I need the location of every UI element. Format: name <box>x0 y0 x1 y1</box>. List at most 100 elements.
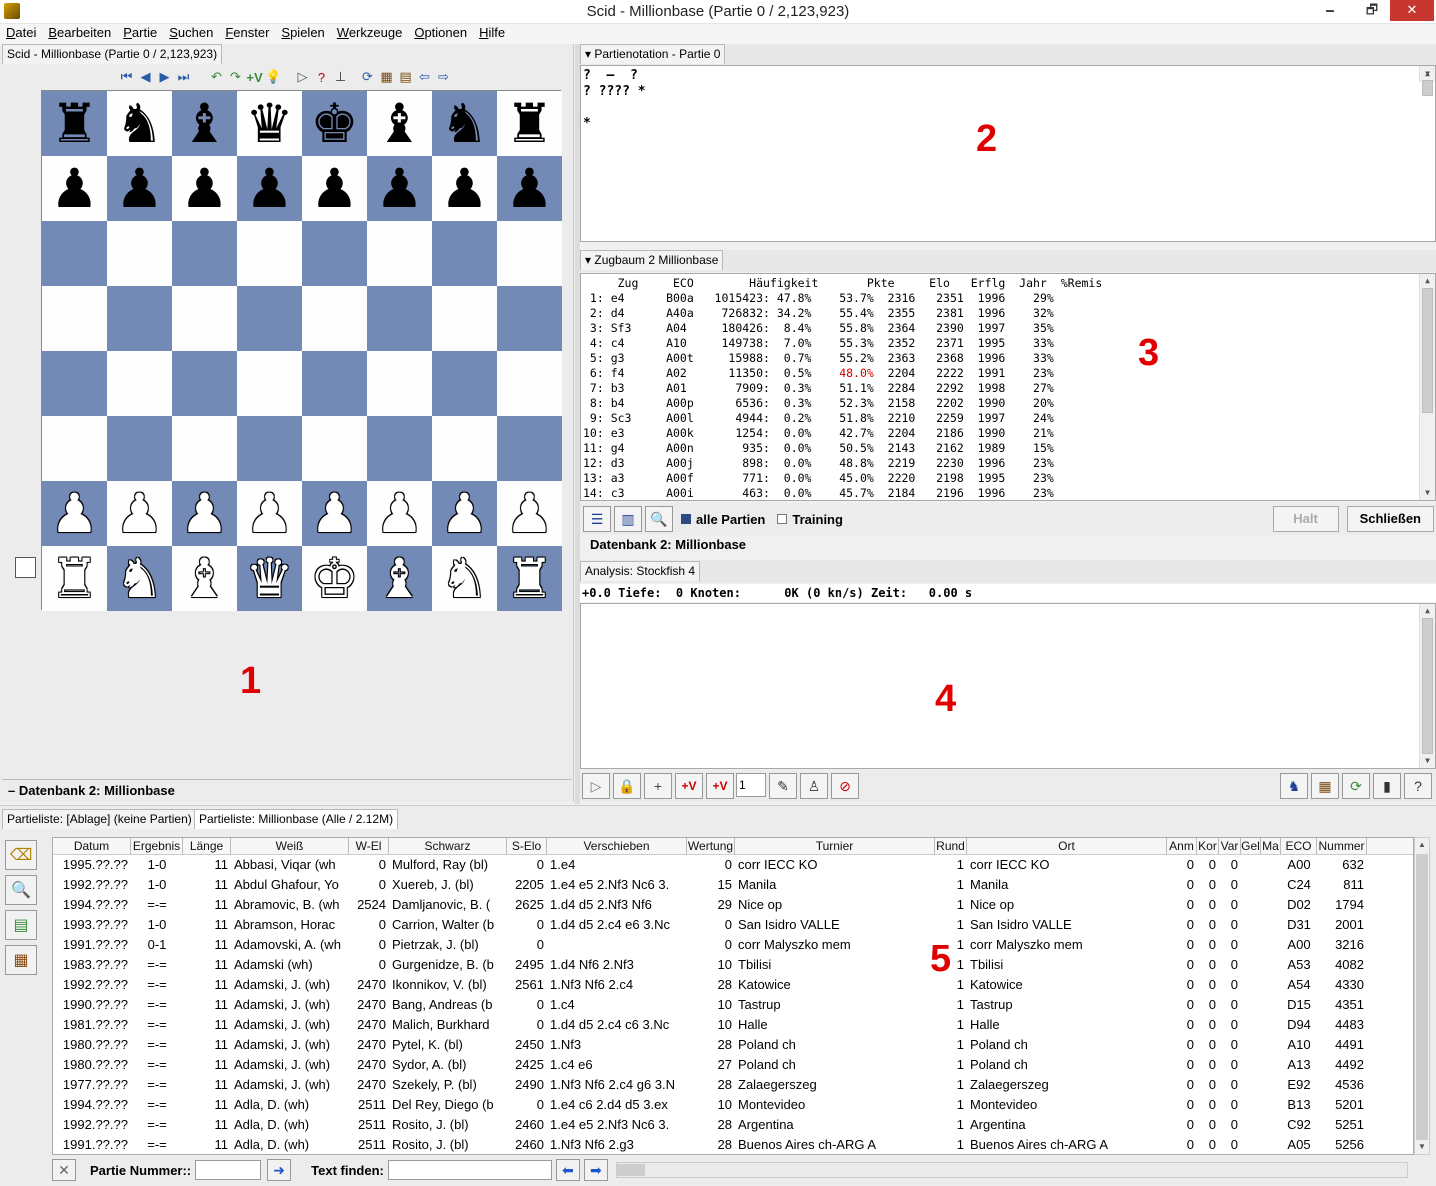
square-a5[interactable] <box>42 286 107 351</box>
list-view-icon[interactable]: ☰ <box>583 506 611 532</box>
square-d5[interactable] <box>237 286 302 351</box>
tree-row[interactable]: 8: b4 A00p 6536: 0.3% 52.3% 2158 2202 19… <box>583 396 1435 411</box>
menu-suchen[interactable]: Suchen <box>163 24 219 42</box>
menu-hilfe[interactable]: Hilfe <box>473 24 511 42</box>
menu-fenster[interactable]: Fenster <box>219 24 275 42</box>
square-e2[interactable]: ♟ <box>302 481 367 546</box>
notation-scrollbar[interactable]: ▲ ▼ <box>1419 66 1435 96</box>
add-variation-icon[interactable]: +V <box>675 773 703 799</box>
square-b8[interactable]: ♞ <box>107 91 172 156</box>
square-g2[interactable]: ♟ <box>432 481 497 546</box>
game-number-input[interactable] <box>195 1160 262 1180</box>
square-f8[interactable]: ♝ <box>367 91 432 156</box>
training-checkbox[interactable] <box>777 514 788 524</box>
help-icon[interactable]: ? <box>1404 773 1432 799</box>
gamelist-scrollbar[interactable]: ▲ ▼ <box>1414 837 1430 1155</box>
scroll-down-icon[interactable]: ▼ <box>1420 66 1435 82</box>
column-header[interactable]: Ma <box>1261 838 1281 854</box>
prev-game-icon[interactable]: ⇦ <box>416 68 433 86</box>
scroll-up-icon[interactable]: ▲ <box>1415 838 1429 852</box>
material-icon[interactable]: ▤ <box>397 68 414 86</box>
minimize-button[interactable]: 🗕 <box>1316 0 1344 21</box>
square-a4[interactable] <box>42 351 107 416</box>
eraser-icon[interactable]: ⌫ <box>5 840 37 870</box>
square-b4[interactable] <box>107 351 172 416</box>
engine-info-icon[interactable]: ♞ <box>1280 773 1308 799</box>
square-c3[interactable] <box>172 416 237 481</box>
multipv-spinner[interactable]: 1 <box>736 773 766 797</box>
menu-spielen[interactable]: Spielen <box>275 24 330 42</box>
square-b1[interactable]: ♞ <box>107 546 172 611</box>
column-header[interactable]: Ort <box>967 838 1167 854</box>
board-icon[interactable]: ▦ <box>5 945 37 975</box>
tree-row[interactable]: 5: g3 A00t 15988: 0.7% 55.2% 2363 2368 1… <box>583 351 1435 366</box>
square-h4[interactable] <box>497 351 562 416</box>
board-icon[interactable]: ▦ <box>1311 773 1339 799</box>
column-header[interactable]: Wertung <box>687 838 735 854</box>
table-row[interactable]: 1992.??.?? =-= 11 Adamski, J. (wh) 2470 Ikonn… <box>53 975 1413 995</box>
square-e1[interactable]: ♚ <box>302 546 367 611</box>
square-a2[interactable]: ♟ <box>42 481 107 546</box>
square-g8[interactable]: ♞ <box>432 91 497 156</box>
autoplay-icon[interactable]: ▷ <box>294 68 311 86</box>
square-d6[interactable] <box>237 221 302 286</box>
tree-row[interactable]: 2: d4 A40a 726832: 34.2% 55.4% 2355 2381… <box>583 306 1435 321</box>
enter-variation-icon[interactable]: ↷ <box>227 68 244 86</box>
column-header[interactable]: Gel <box>1241 838 1261 854</box>
square-f2[interactable]: ♟ <box>367 481 432 546</box>
square-d4[interactable] <box>237 351 302 416</box>
close-button[interactable]: ✕ <box>1390 0 1434 21</box>
goto-game-icon[interactable]: ➜ <box>267 1159 292 1181</box>
back-icon[interactable]: ◀ <box>137 68 154 86</box>
square-f5[interactable] <box>367 286 432 351</box>
goto-end-icon[interactable]: ⏭ <box>175 68 192 86</box>
scroll-thumb[interactable] <box>1422 80 1433 96</box>
exit-variation-icon[interactable]: ↶ <box>208 68 225 86</box>
square-h3[interactable] <box>497 416 562 481</box>
table-row[interactable]: 1991.??.?? 0-1 11 Adamovski, A. (wh 0 Pietrza… <box>53 935 1413 955</box>
table-row[interactable]: 1992.??.?? 1-0 11 Abdul Ghafour, Yo 0 Xuereb,… <box>53 875 1413 895</box>
stop-icon[interactable]: ⊘ <box>831 773 859 799</box>
square-d2[interactable]: ♟ <box>237 481 302 546</box>
notation-pane-tab[interactable]: ▾ Partienotation - Partie 0 <box>580 44 726 64</box>
square-g4[interactable] <box>432 351 497 416</box>
tree-row[interactable]: 9: Sc3 A00l 4944: 0.2% 51.8% 2210 2259 1… <box>583 411 1435 426</box>
find-text-input[interactable] <box>387 1160 552 1180</box>
square-c7[interactable]: ♟ <box>172 156 237 221</box>
square-a1[interactable]: ♜ <box>42 546 107 611</box>
tree-row[interactable]: 13: a3 A00f 771: 0.0% 45.0% 2220 2198 19… <box>583 471 1435 486</box>
column-header[interactable]: Verschieben <box>547 838 687 854</box>
square-c6[interactable] <box>172 221 237 286</box>
lock-icon[interactable]: 🔒 <box>613 773 641 799</box>
column-header[interactable]: ECO <box>1281 838 1317 854</box>
add-all-variations-icon[interactable]: +V <box>706 773 734 799</box>
comment-icon[interactable]: ⊥ <box>332 68 349 86</box>
analysis-pane-tab[interactable]: Analysis: Stockfish 4 <box>580 561 701 581</box>
forward-icon[interactable]: ▶ <box>156 68 173 86</box>
close-tree-button[interactable]: Schließen <box>1346 506 1434 532</box>
tree-table[interactable]: Zug ECO Häufigkeit Pkte Elo Erflg Jahr %… <box>580 273 1436 501</box>
square-h5[interactable] <box>497 286 562 351</box>
menu-partie[interactable]: Partie <box>117 24 163 42</box>
square-b7[interactable]: ♟ <box>107 156 172 221</box>
gamelist-table[interactable]: Datum Ergebnis Länge Weiß W-El Schwarz S-Elo Ve… <box>52 837 1414 1155</box>
table-row[interactable]: 1980.??.?? =-= 11 Adamski, J. (wh) 2470 Sydor… <box>53 1055 1413 1075</box>
square-e6[interactable] <box>302 221 367 286</box>
goto-start-icon[interactable]: ⏮ <box>118 68 135 86</box>
column-header[interactable]: S-Elo <box>507 838 547 854</box>
column-header[interactable]: Rund <box>935 838 967 854</box>
table-row[interactable]: 1992.??.?? =-= 11 Adla, D. (wh) 2511 Rosito, … <box>53 1115 1413 1135</box>
menu-werkzeuge[interactable]: Werkzeuge <box>331 24 409 42</box>
tree-scrollbar[interactable]: ▲ ▼ <box>1419 274 1435 500</box>
tree-row[interactable]: 11: g4 A00n 935: 0.0% 50.5% 2143 2162 19… <box>583 441 1435 456</box>
clear-icon[interactable]: ✕ <box>52 1159 76 1181</box>
layout-icon[interactable]: ▤ <box>5 910 37 940</box>
table-row[interactable]: 1995.??.?? 1-0 11 Abbasi, Viqar (wh 0 Mulford… <box>53 855 1413 875</box>
scroll-up-icon[interactable]: ▲ <box>1420 604 1435 618</box>
zoom-icon[interactable]: 🔍 <box>645 506 673 532</box>
square-g7[interactable]: ♟ <box>432 156 497 221</box>
find-next-icon[interactable]: ➡ <box>583 1159 608 1181</box>
scroll-down-icon[interactable]: ▼ <box>1420 486 1435 500</box>
square-f7[interactable]: ♟ <box>367 156 432 221</box>
scroll-thumb[interactable] <box>1422 288 1433 413</box>
